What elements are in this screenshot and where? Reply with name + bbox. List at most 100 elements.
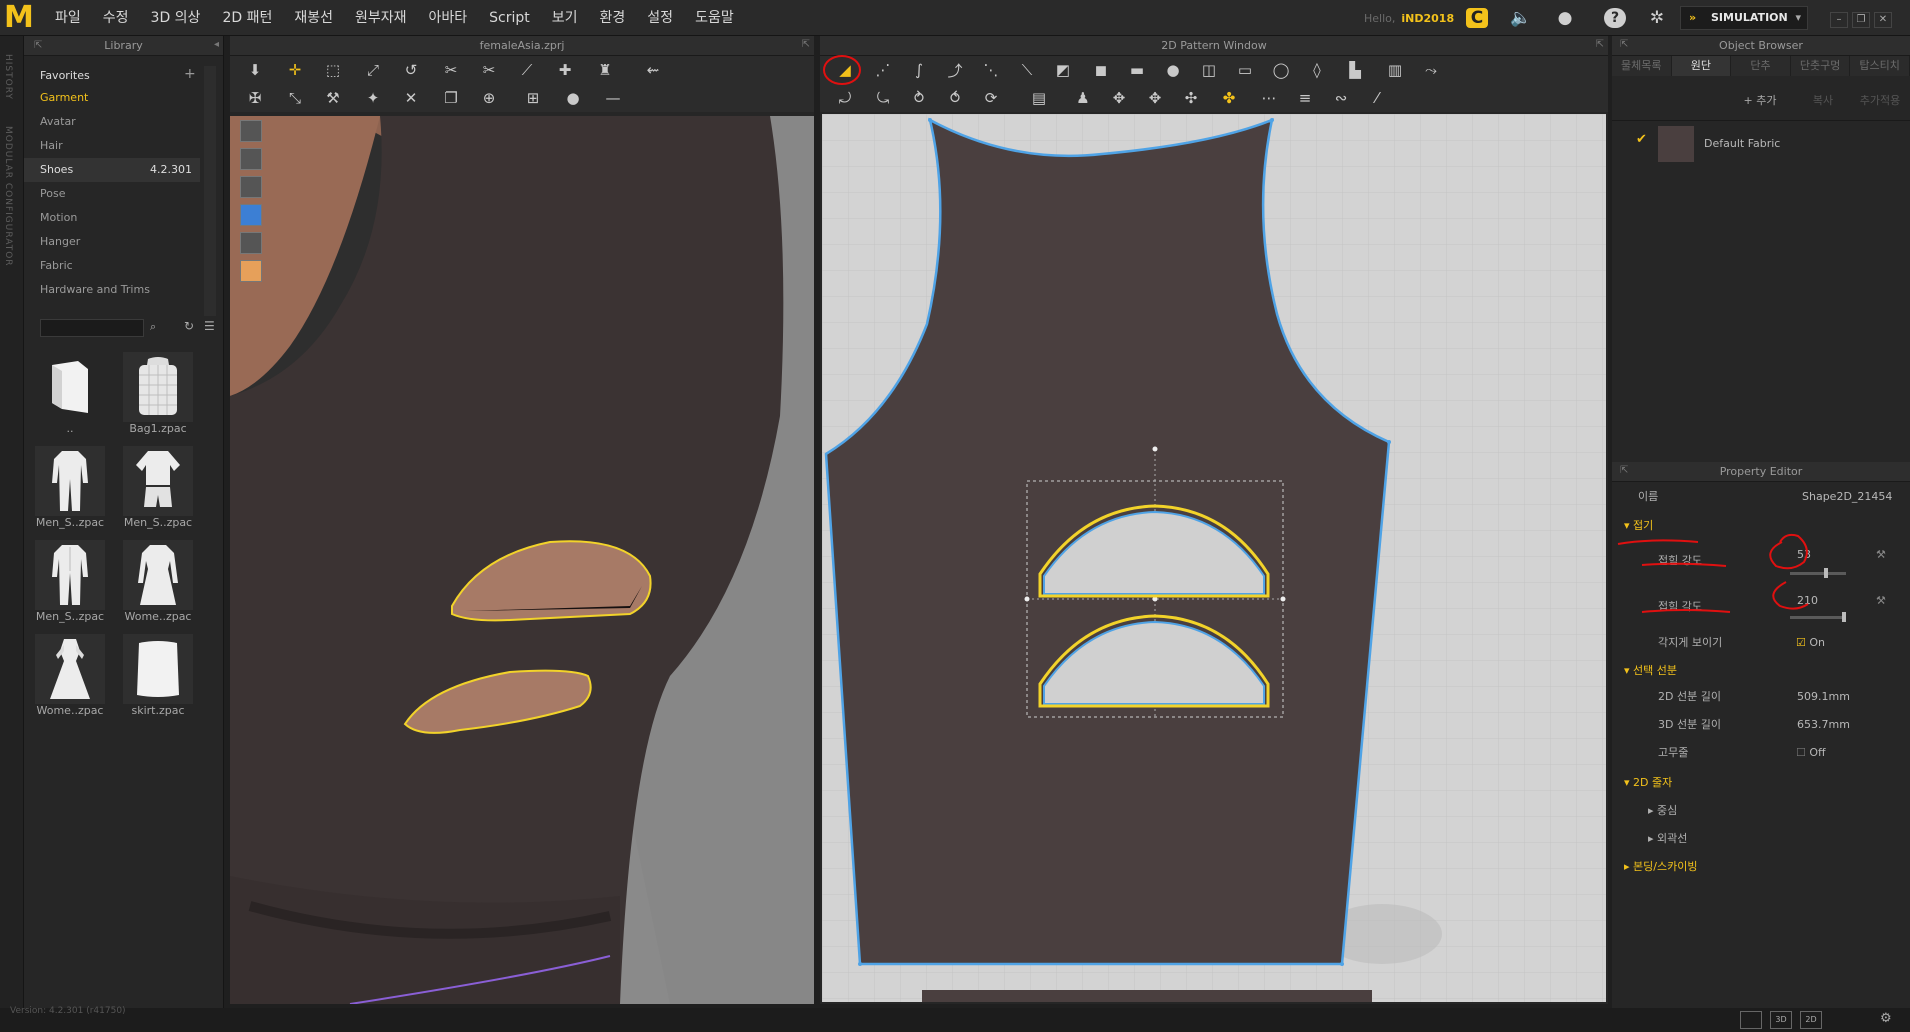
menu-view[interactable]: 보기	[541, 0, 589, 36]
tape-icon[interactable]: ⇜	[640, 58, 666, 82]
library-item-fabric[interactable]: Fabric	[24, 254, 200, 278]
move-tool-icon[interactable]: ✛	[282, 58, 308, 82]
ruler-icon[interactable]: —	[600, 86, 626, 110]
restore-icon[interactable]: ❐	[1852, 12, 1870, 28]
expand-icon[interactable]: ⇱	[1596, 39, 1604, 50]
menu-settings[interactable]: 설정	[636, 0, 684, 36]
check-sewing-icon[interactable]: ⟳	[978, 86, 1004, 110]
community-icon[interactable]: ✲	[1646, 8, 1668, 28]
library-item-shoes[interactable]: Shoes 4.2.301	[24, 158, 200, 182]
garment-view-icon[interactable]	[240, 148, 262, 170]
copy-button[interactable]: 복사	[1798, 92, 1848, 110]
2d-canvas[interactable]	[822, 114, 1606, 1002]
library-item-favorites[interactable]: Favorites	[24, 64, 200, 88]
search-icon[interactable]: ⌕	[150, 320, 156, 334]
user-icon[interactable]: ●	[1554, 8, 1576, 28]
texture-icon[interactable]: ▤	[1026, 86, 1052, 110]
cut-line-icon[interactable]: ⟍	[1014, 58, 1040, 82]
3d-canvas[interactable]	[230, 116, 814, 1004]
menu-2d-pattern[interactable]: 2D 패턴	[211, 0, 283, 36]
point-measure-icon[interactable]: ⤡	[282, 86, 308, 110]
library-item-garment[interactable]: Garment	[24, 86, 200, 110]
fold-icon[interactable]: ◩	[1050, 58, 1076, 82]
settings-icon[interactable]: ⚙	[1880, 1011, 1892, 1026]
zipper-icon[interactable]: ∾	[1328, 86, 1354, 110]
apply-button[interactable]: 추가적용	[1852, 92, 1908, 110]
transform-icon[interactable]: ⤢	[360, 58, 386, 82]
expand-icon[interactable]: ⇱	[802, 39, 810, 50]
free-sewing-icon[interactable]: ⤿	[870, 86, 896, 110]
library-item-avatar[interactable]: Avatar	[24, 110, 200, 134]
expand-icon[interactable]: ⇱	[1620, 39, 1628, 50]
menu-avatar[interactable]: 아바타	[418, 0, 479, 36]
avatar-display-icon[interactable]	[240, 176, 262, 198]
menu-edit[interactable]: 수정	[92, 0, 140, 36]
skin-view-icon[interactable]	[240, 260, 262, 282]
pin-icon[interactable]: ✚	[552, 58, 578, 82]
dart-icon[interactable]: ◊	[1304, 58, 1330, 82]
menu-file[interactable]: 파일	[44, 0, 92, 36]
fabric-name[interactable]: Default Fabric	[1704, 137, 1780, 150]
edit-point-icon[interactable]: ⋰	[870, 58, 896, 82]
library-file[interactable]: Men_S..zpac	[34, 540, 106, 623]
grid-icon[interactable]: ⊞	[520, 86, 546, 110]
gather-icon[interactable]: ▥	[1382, 58, 1408, 82]
curve-point-icon[interactable]: ∫	[906, 58, 932, 82]
menu-sewing[interactable]: 재봉선	[283, 0, 344, 36]
topstitch-line-icon[interactable]: ⋯	[1256, 86, 1282, 110]
add-favorite-icon[interactable]: +	[184, 66, 196, 82]
copy-icon[interactable]: ❐	[438, 86, 464, 110]
library-item-hanger[interactable]: Hanger	[24, 230, 200, 254]
list-view-icon[interactable]: ☰	[204, 319, 215, 333]
select-button-icon[interactable]: ✣	[1178, 86, 1204, 110]
tack-icon[interactable]: ⥀	[942, 86, 968, 110]
library-file[interactable]: ..	[34, 352, 106, 435]
measure-icon[interactable]: ⁄	[1364, 86, 1390, 110]
configurator-tab[interactable]: MODULAR CONFIGURATOR	[3, 126, 13, 267]
sewing-icon[interactable]: ✂	[438, 58, 464, 82]
trim-icon[interactable]: ✦	[360, 86, 386, 110]
graphic-icon[interactable]: ♟	[1070, 86, 1096, 110]
internal-rectangle-icon[interactable]: ▭	[1232, 58, 1258, 82]
avatar-view-icon[interactable]	[240, 120, 262, 142]
select-box-icon[interactable]: ⬚	[320, 58, 346, 82]
split-view-icon[interactable]	[1740, 1011, 1762, 1029]
texture-view-icon[interactable]	[240, 204, 262, 226]
polygon-icon[interactable]: ◼	[1088, 58, 1114, 82]
rectangle-icon[interactable]: ▬	[1124, 58, 1150, 82]
library-file[interactable]: skirt.zpac	[122, 634, 194, 717]
library-scrollbar[interactable]	[204, 66, 216, 316]
library-item-pose[interactable]: Pose	[24, 182, 200, 206]
circle-icon[interactable]: ●	[560, 86, 586, 110]
3d-view-icon[interactable]: 3D	[1770, 1011, 1792, 1029]
garment-icon[interactable]: ♜	[592, 58, 618, 82]
refresh-icon[interactable]: ↻	[184, 319, 194, 333]
add-point-icon[interactable]: ⋱	[978, 58, 1004, 82]
library-file[interactable]: Bag1.zpac	[122, 352, 194, 435]
topstitch-icon[interactable]: ✤	[1216, 86, 1242, 110]
help-icon[interactable]: ?	[1604, 8, 1626, 28]
simulation-button[interactable]: » SIMULATION ▾	[1680, 6, 1808, 30]
library-file[interactable]: Men_S..zpac	[122, 446, 194, 529]
sewing-icon[interactable]: ✂	[476, 58, 502, 82]
needle-icon[interactable]: ⟋	[514, 58, 540, 82]
menu-3d-garment[interactable]: 3D 의상	[140, 0, 212, 36]
menu-materials[interactable]: 원부자재	[344, 0, 418, 36]
menu-environment[interactable]: 환경	[589, 0, 637, 36]
library-file[interactable]: Men_S..zpac	[34, 446, 106, 529]
button-icon[interactable]: ✥	[1106, 86, 1132, 110]
tab-buttonhole[interactable]: 단춧구멍	[1791, 56, 1851, 76]
tab-button[interactable]: 단추	[1731, 56, 1791, 76]
library-file[interactable]: Wome..zpac	[34, 634, 106, 717]
piping-icon[interactable]: ≡	[1292, 86, 1318, 110]
library-item-hardware[interactable]: Hardware and Trims	[24, 278, 200, 302]
library-search-input[interactable]	[40, 319, 144, 337]
internal-circle-icon[interactable]: ◯	[1268, 58, 1294, 82]
fabric-view-icon[interactable]	[240, 232, 262, 254]
add-button[interactable]: + 추가	[1730, 92, 1790, 110]
menu-help[interactable]: 도움말	[684, 0, 745, 36]
internal-polygon-icon[interactable]: ◫	[1196, 58, 1222, 82]
close-icon[interactable]: ✕	[1874, 12, 1892, 28]
drop-tool-icon[interactable]: ⬇	[242, 58, 268, 82]
tab-fabric[interactable]: 원단	[1671, 56, 1732, 76]
